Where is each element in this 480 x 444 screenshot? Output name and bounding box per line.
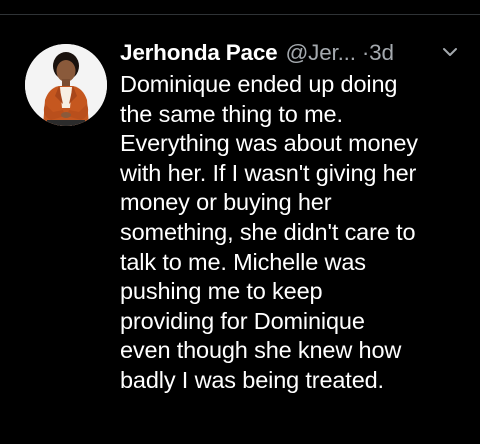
user-handle[interactable]: @Jer... [286, 40, 356, 65]
avatar-image [25, 44, 107, 126]
tweet-header: Jerhonda Pace @Jer... ·3d [120, 36, 470, 70]
tweet-text-line: Everything was about money [120, 130, 418, 157]
tweet-text-line: with her. If I wasn't giving her [120, 159, 417, 186]
tweet-text-line: talk to me. Michelle was [120, 248, 366, 275]
avatar[interactable] [25, 44, 107, 126]
tweet-text-line: Dominique ended up doing [120, 71, 398, 97]
tweet-text-line: providing for Dominique [120, 307, 365, 334]
tweet-text-line: pushing me to keep [120, 278, 323, 305]
tweet-text-line: something, she didn't care to [120, 218, 416, 245]
tweet-text-line: badly I was being treated. [120, 366, 384, 393]
timestamp[interactable]: 3d [369, 40, 394, 65]
tweet-text-line: the same thing to me. [120, 100, 343, 127]
tweet-text-line: money or buying her [120, 189, 332, 216]
tweet[interactable]: Jerhonda Pace @Jer... ·3d Dominique ende… [0, 0, 480, 444]
chevron-down-icon[interactable] [441, 45, 459, 59]
tweet-text-line: even though she knew how [120, 337, 402, 364]
display-name[interactable]: Jerhonda Pace [120, 40, 278, 65]
tweet-text: Dominique ended up doing the same thing … [120, 70, 475, 396]
